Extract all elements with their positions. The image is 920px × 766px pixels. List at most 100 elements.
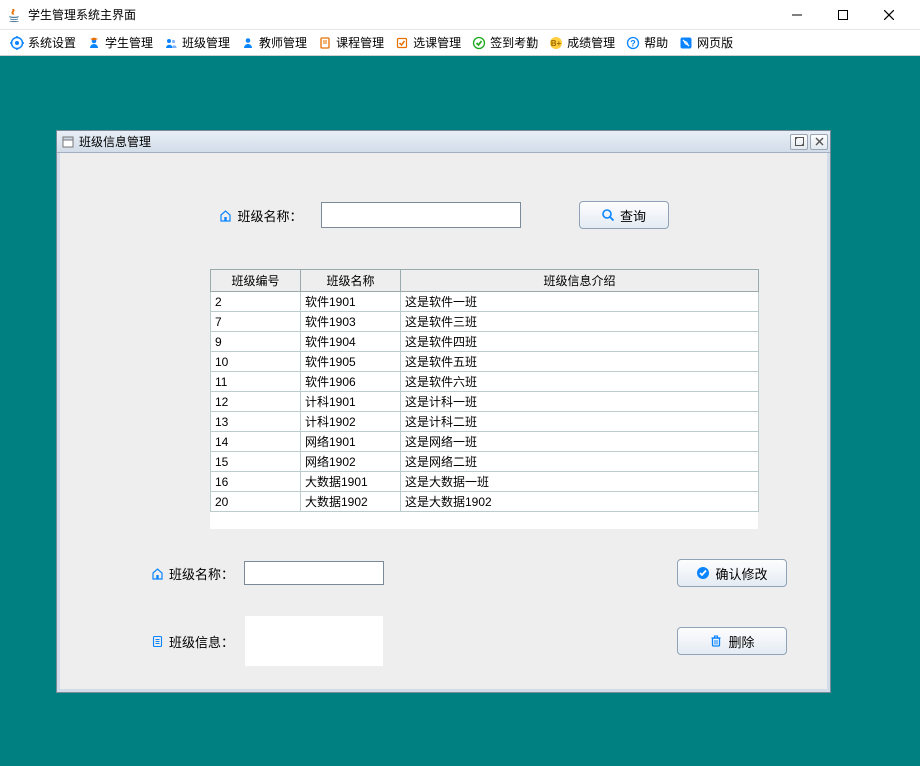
table-row[interactable]: 7软件1903这是软件三班 <box>211 312 759 332</box>
table-cell[interactable]: 这是大数据1902 <box>401 492 759 512</box>
table-cell[interactable]: 20 <box>211 492 301 512</box>
table-row[interactable]: 10软件1905这是软件五班 <box>211 352 759 372</box>
search-row: 班级名称： 查询 <box>100 201 787 229</box>
internal-frame-body: 班级名称： 查询 <box>57 153 830 692</box>
edit-name-label: 班级名称： <box>150 564 234 583</box>
table-cell[interactable]: 11 <box>211 372 301 392</box>
table-cell[interactable]: 这是计科一班 <box>401 392 759 412</box>
table-cell[interactable]: 软件1904 <box>301 332 401 352</box>
table-cell[interactable]: 14 <box>211 432 301 452</box>
class-table[interactable]: 班级编号 班级名称 班级信息介绍 2软件1901这是软件一班7软件1903这是软… <box>210 269 759 512</box>
table-cell[interactable]: 这是软件六班 <box>401 372 759 392</box>
table-row[interactable]: 11软件1906这是软件六班 <box>211 372 759 392</box>
class-table-container: 班级编号 班级名称 班级信息介绍 2软件1901这是软件一班7软件1903这是软… <box>210 269 758 529</box>
edit-info-label-text: 班级信息： <box>169 632 234 651</box>
iframe-close-button[interactable] <box>810 134 828 150</box>
menu-label: 帮助 <box>644 34 668 51</box>
table-cell[interactable]: 这是大数据一班 <box>401 472 759 492</box>
menu-label: 班级管理 <box>182 34 230 51</box>
table-cell[interactable]: 这是网络一班 <box>401 432 759 452</box>
menu-teacher-management[interactable]: 教师管理 <box>235 31 312 54</box>
frame-icon <box>61 135 75 149</box>
menu-web-version[interactable]: 网页版 <box>673 31 738 54</box>
col-desc[interactable]: 班级信息介绍 <box>401 270 759 292</box>
table-cell[interactable]: 这是计科二班 <box>401 412 759 432</box>
menu-student-management[interactable]: 学生管理 <box>81 31 158 54</box>
house-icon <box>218 208 232 222</box>
table-cell[interactable]: 9 <box>211 332 301 352</box>
search-label-text: 班级名称： <box>237 206 302 225</box>
menu-label: 学生管理 <box>105 34 153 51</box>
query-button-label: 查询 <box>620 206 646 225</box>
edit-name-input[interactable] <box>244 561 384 585</box>
table-cell[interactable]: 16 <box>211 472 301 492</box>
table-cell[interactable]: 软件1905 <box>301 352 401 372</box>
book-icon <box>317 35 333 51</box>
search-icon <box>601 208 615 222</box>
table-cell[interactable]: 网络1902 <box>301 452 401 472</box>
gear-icon <box>9 35 25 51</box>
col-id[interactable]: 班级编号 <box>211 270 301 292</box>
internal-frame-titlebar[interactable]: 班级信息管理 <box>57 131 830 153</box>
iframe-maximize-button[interactable] <box>790 134 808 150</box>
table-cell[interactable]: 大数据1901 <box>301 472 401 492</box>
table-row[interactable]: 16大数据1901这是大数据一班 <box>211 472 759 492</box>
col-name[interactable]: 班级名称 <box>301 270 401 292</box>
table-row[interactable]: 2软件1901这是软件一班 <box>211 292 759 312</box>
close-button[interactable] <box>866 1 912 29</box>
menu-score-management[interactable]: B+ 成绩管理 <box>543 31 620 54</box>
main-area: 班级信息管理 班级名称： <box>0 56 920 766</box>
menu-class-management[interactable]: 班级管理 <box>158 31 235 54</box>
edit-info-textarea[interactable] <box>244 615 384 667</box>
table-row[interactable]: 15网络1902这是网络二班 <box>211 452 759 472</box>
menu-label: 网页版 <box>697 34 733 51</box>
table-cell[interactable]: 这是网络二班 <box>401 452 759 472</box>
menu-attendance[interactable]: 签到考勤 <box>466 31 543 54</box>
table-row[interactable]: 14网络1901这是网络一班 <box>211 432 759 452</box>
delete-button[interactable]: 删除 <box>677 627 787 655</box>
table-row[interactable]: 12计科1901这是计科一班 <box>211 392 759 412</box>
student-icon <box>86 35 102 51</box>
help-icon: ? <box>625 35 641 51</box>
maximize-button[interactable] <box>820 1 866 29</box>
table-cell[interactable]: 这是软件四班 <box>401 332 759 352</box>
table-row[interactable]: 20大数据1902这是大数据1902 <box>211 492 759 512</box>
confirm-edit-button-label: 确认修改 <box>715 564 767 583</box>
menubar: 系统设置 学生管理 班级管理 教师管理 课程管理 选课管理 签到考勤 <box>0 30 920 56</box>
table-cell[interactable]: 15 <box>211 452 301 472</box>
menu-help[interactable]: ? 帮助 <box>620 31 673 54</box>
table-cell[interactable]: 大数据1902 <box>301 492 401 512</box>
table-cell[interactable]: 2 <box>211 292 301 312</box>
minimize-button[interactable] <box>774 1 820 29</box>
window-title: 学生管理系统主界面 <box>28 6 774 23</box>
table-cell[interactable]: 这是软件五班 <box>401 352 759 372</box>
table-cell[interactable]: 13 <box>211 412 301 432</box>
table-cell[interactable]: 网络1901 <box>301 432 401 452</box>
table-cell[interactable]: 10 <box>211 352 301 372</box>
web-icon <box>678 35 694 51</box>
search-label: 班级名称： <box>218 206 302 225</box>
check-icon <box>471 35 487 51</box>
edit-info-label: 班级信息： <box>150 632 234 651</box>
table-row[interactable]: 9软件1904这是软件四班 <box>211 332 759 352</box>
table-row[interactable]: 13计科1902这是计科二班 <box>211 412 759 432</box>
search-input[interactable] <box>321 202 521 228</box>
table-cell[interactable]: 这是软件一班 <box>401 292 759 312</box>
window-controls <box>774 1 912 29</box>
delete-button-label: 删除 <box>728 632 754 651</box>
table-cell[interactable]: 这是软件三班 <box>401 312 759 332</box>
confirm-edit-button[interactable]: 确认修改 <box>677 559 787 587</box>
table-cell[interactable]: 软件1901 <box>301 292 401 312</box>
table-cell[interactable]: 软件1906 <box>301 372 401 392</box>
table-cell[interactable]: 7 <box>211 312 301 332</box>
table-cell[interactable]: 软件1903 <box>301 312 401 332</box>
doc-icon <box>150 634 164 648</box>
query-button[interactable]: 查询 <box>579 201 669 229</box>
select-icon <box>394 35 410 51</box>
table-cell[interactable]: 12 <box>211 392 301 412</box>
table-cell[interactable]: 计科1902 <box>301 412 401 432</box>
table-cell[interactable]: 计科1901 <box>301 392 401 412</box>
menu-course-management[interactable]: 课程管理 <box>312 31 389 54</box>
menu-elective-management[interactable]: 选课管理 <box>389 31 466 54</box>
menu-system-settings[interactable]: 系统设置 <box>4 31 81 54</box>
